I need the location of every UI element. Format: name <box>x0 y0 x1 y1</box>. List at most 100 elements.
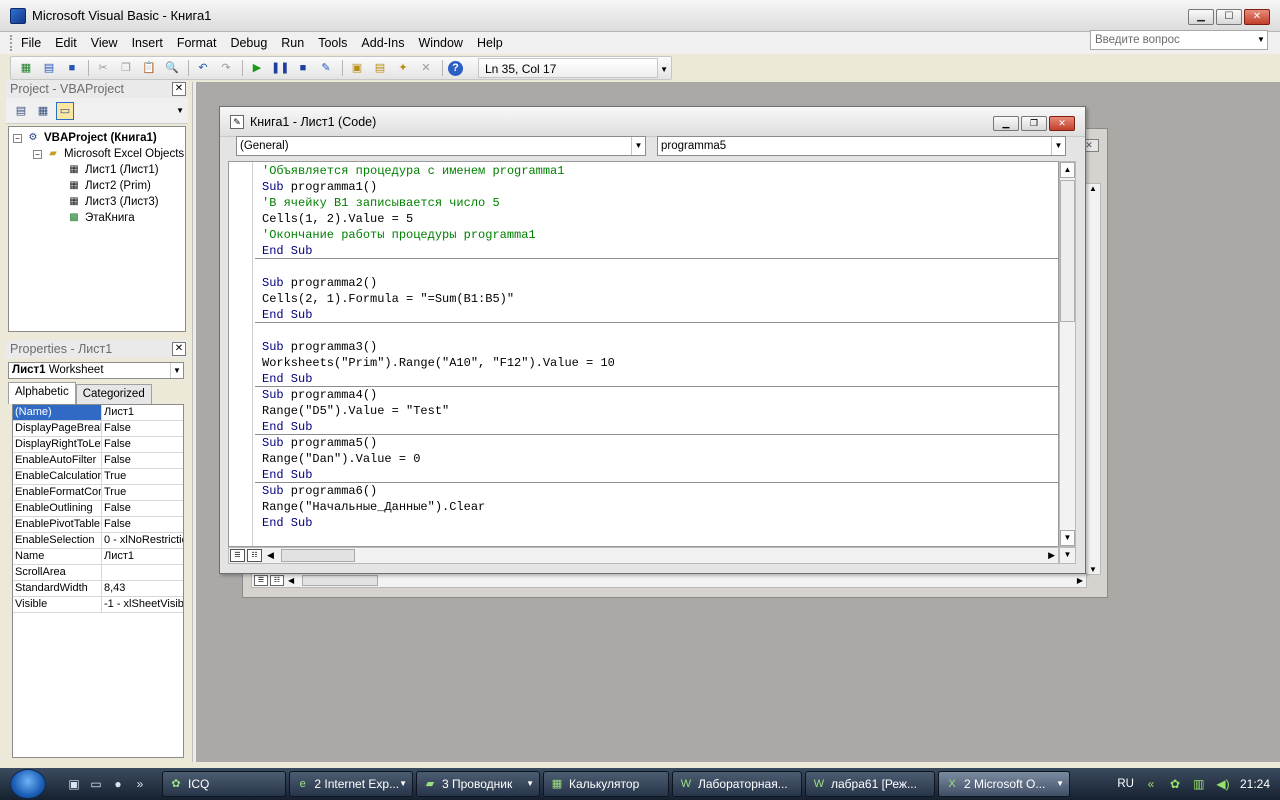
chevron-down-icon[interactable]: ▼ <box>176 106 184 115</box>
code-line[interactable]: End Sub <box>255 419 1058 435</box>
vertical-scrollbar[interactable]: ▲ ▼ <box>1059 161 1076 547</box>
code-line[interactable]: Range("Dan").Value = 0 <box>255 451 1058 467</box>
run-icon[interactable]: ▶ <box>248 60 266 76</box>
language-indicator[interactable]: RU <box>1117 778 1134 790</box>
scroll-thumb[interactable] <box>302 575 378 586</box>
code-line[interactable]: Cells(1, 2).Value = 5 <box>255 211 1058 227</box>
minimize-button[interactable]: ▁ <box>993 116 1019 131</box>
save-icon[interactable]: ■ <box>63 60 81 76</box>
menu-help[interactable]: Help <box>470 36 510 50</box>
property-row[interactable]: DisplayPageBreaks False <box>13 421 183 437</box>
property-value[interactable]: Лист1 <box>102 405 183 420</box>
property-row[interactable]: EnableOutlining False <box>13 501 183 517</box>
tree-item-sheet3[interactable]: ▦ Лист3 (Лист3) <box>9 194 185 210</box>
toolbar-options-icon[interactable]: ▼ <box>660 65 668 74</box>
switch-windows-icon[interactable]: ▭ <box>88 776 104 792</box>
close-button[interactable]: ✕ <box>1049 116 1075 131</box>
tree-item-thisworkbook[interactable]: ▩ ЭтаКнига <box>9 210 185 226</box>
menu-window[interactable]: Window <box>412 36 470 50</box>
property-value[interactable]: False <box>102 501 183 516</box>
menu-view[interactable]: View <box>84 36 125 50</box>
tab-alphabetic[interactable]: Alphabetic <box>8 382 76 404</box>
tree-item-excel-objects[interactable]: − ▰ Microsoft Excel Objects <box>9 146 185 162</box>
toolbox-icon[interactable]: ✕ <box>417 60 435 76</box>
property-value[interactable]: True <box>102 485 183 500</box>
chevron-left-icon[interactable]: « <box>1144 777 1158 791</box>
view-object-icon[interactable]: ▦ <box>34 102 52 120</box>
taskbar-button[interactable]: ✿ ICQ <box>162 771 286 797</box>
show-desktop-icon[interactable]: ▣ <box>66 776 82 792</box>
object-combobox[interactable]: (General) ▼ <box>236 136 646 156</box>
chevron-down-icon[interactable]: ▼ <box>1255 31 1267 49</box>
taskbar-button[interactable]: W Лабораторная... <box>672 771 802 797</box>
design-mode-icon[interactable]: ✎ <box>317 60 335 76</box>
code-line[interactable]: 'Окончание работы процедуры programma1 <box>255 227 1058 243</box>
close-icon[interactable]: ✕ <box>172 342 186 356</box>
property-row[interactable]: StandardWidth 8,43 <box>13 581 183 597</box>
property-value[interactable]: 0 - xlNoRestrictions <box>102 533 183 548</box>
property-row[interactable]: Name Лист1 <box>13 549 183 565</box>
menu-addins[interactable]: Add-Ins <box>354 36 411 50</box>
object-browser-icon[interactable]: ✦ <box>394 60 412 76</box>
menu-tools[interactable]: Tools <box>311 36 354 50</box>
ask-question-box[interactable]: Введите вопрос ▼ <box>1090 30 1268 50</box>
code-line[interactable]: Sub programma5() <box>255 435 1058 451</box>
property-value[interactable]: 8,43 <box>102 581 183 596</box>
module-view-icon[interactable]: ☷ <box>270 575 284 586</box>
tree-item-sheet2[interactable]: ▦ Лист2 (Prim) <box>9 178 185 194</box>
chevron-right-icon[interactable]: » <box>132 776 148 792</box>
reset-icon[interactable]: ■ <box>294 60 312 76</box>
volume-icon[interactable]: ◀) <box>1216 777 1230 791</box>
scroll-right-icon[interactable]: ▶ <box>1048 548 1055 563</box>
chevron-down-icon[interactable]: ▼ <box>631 137 645 155</box>
taskbar-button[interactable]: ▦ Калькулятор <box>543 771 669 797</box>
scroll-down-icon[interactable]: ▼ <box>1059 547 1076 564</box>
property-row[interactable]: Visible-1 - xlSheetVisible <box>13 597 183 613</box>
code-line[interactable]: Sub programma4() <box>255 387 1058 403</box>
find-icon[interactable]: 🔍 <box>163 60 181 76</box>
menu-edit[interactable]: Edit <box>48 36 84 50</box>
paste-icon[interactable]: 📋 <box>140 60 158 76</box>
scroll-up-icon[interactable]: ▲ <box>1089 184 1097 193</box>
collapse-toggle[interactable]: − <box>33 149 42 159</box>
vba-app-icon[interactable] <box>10 7 26 24</box>
property-row[interactable]: (Name) Лист1 <box>13 405 183 421</box>
code-line[interactable]: 'Объявляется процедура с именем programm… <box>255 163 1058 179</box>
cut-icon[interactable]: ✂ <box>94 60 112 76</box>
scroll-right-icon[interactable]: ▶ <box>1077 574 1083 587</box>
code-line[interactable]: Sub programma3() <box>255 339 1058 355</box>
icq-tray-icon[interactable]: ✿ <box>1168 777 1182 791</box>
code-line[interactable]: End Sub <box>255 467 1058 483</box>
code-line[interactable]: Range("Начальные_Данные").Clear <box>255 499 1058 515</box>
taskbar-button[interactable]: X 2 Microsoft O... ▼ <box>938 771 1070 797</box>
scroll-up-icon[interactable]: ▲ <box>1060 162 1075 178</box>
code-line[interactable]: Sub programma1() <box>255 179 1058 195</box>
insert-module-icon[interactable]: ▤ <box>40 60 58 76</box>
code-line[interactable]: Cells(2, 1).Formula = "=Sum(B1:B5)" <box>255 291 1058 307</box>
property-value[interactable] <box>102 565 183 580</box>
view-code-icon[interactable]: ▤ <box>12 102 30 120</box>
object-select[interactable]: Лист1 Worksheet ▼ <box>8 362 184 379</box>
code-line[interactable]: Sub programma2() <box>255 275 1058 291</box>
media-icon[interactable]: ● <box>110 776 126 792</box>
property-value[interactable]: -1 - xlSheetVisible <box>102 597 183 612</box>
property-value[interactable]: False <box>102 453 183 468</box>
tree-item-sheet1[interactable]: ▦ Лист1 (Лист1) <box>9 162 185 178</box>
collapse-toggle[interactable]: − <box>13 133 22 143</box>
taskbar-button[interactable]: Wлабра61 [Реж... <box>805 771 935 797</box>
module-view-icon[interactable]: ☷ <box>247 549 262 562</box>
vertical-scrollbar[interactable]: ▲ ▼ <box>1085 183 1101 575</box>
property-row[interactable]: EnableFormatConditionsCalculationTrue <box>13 485 183 501</box>
property-row[interactable]: DisplayRightToLeft False <box>13 437 183 453</box>
help-icon[interactable]: ? <box>448 60 463 76</box>
horizontal-scrollbar[interactable]: ☰ ☷ ◀ ▶ <box>228 547 1059 564</box>
properties-window-icon[interactable]: ▤ <box>371 60 389 76</box>
scroll-down-icon[interactable]: ▼ <box>1089 565 1097 574</box>
chevron-down-icon[interactable]: ▼ <box>526 772 534 796</box>
code-line[interactable]: 'В ячейку B1 записывается число 5 <box>255 195 1058 211</box>
code-window-icon[interactable]: ✎ <box>230 114 244 129</box>
property-row[interactable]: ScrollArea <box>13 565 183 581</box>
menu-file[interactable]: File <box>14 36 48 50</box>
procedure-combobox[interactable]: programma5 ▼ <box>657 136 1066 156</box>
property-row[interactable]: EnableSelection0 - xlNoRestrictions <box>13 533 183 549</box>
